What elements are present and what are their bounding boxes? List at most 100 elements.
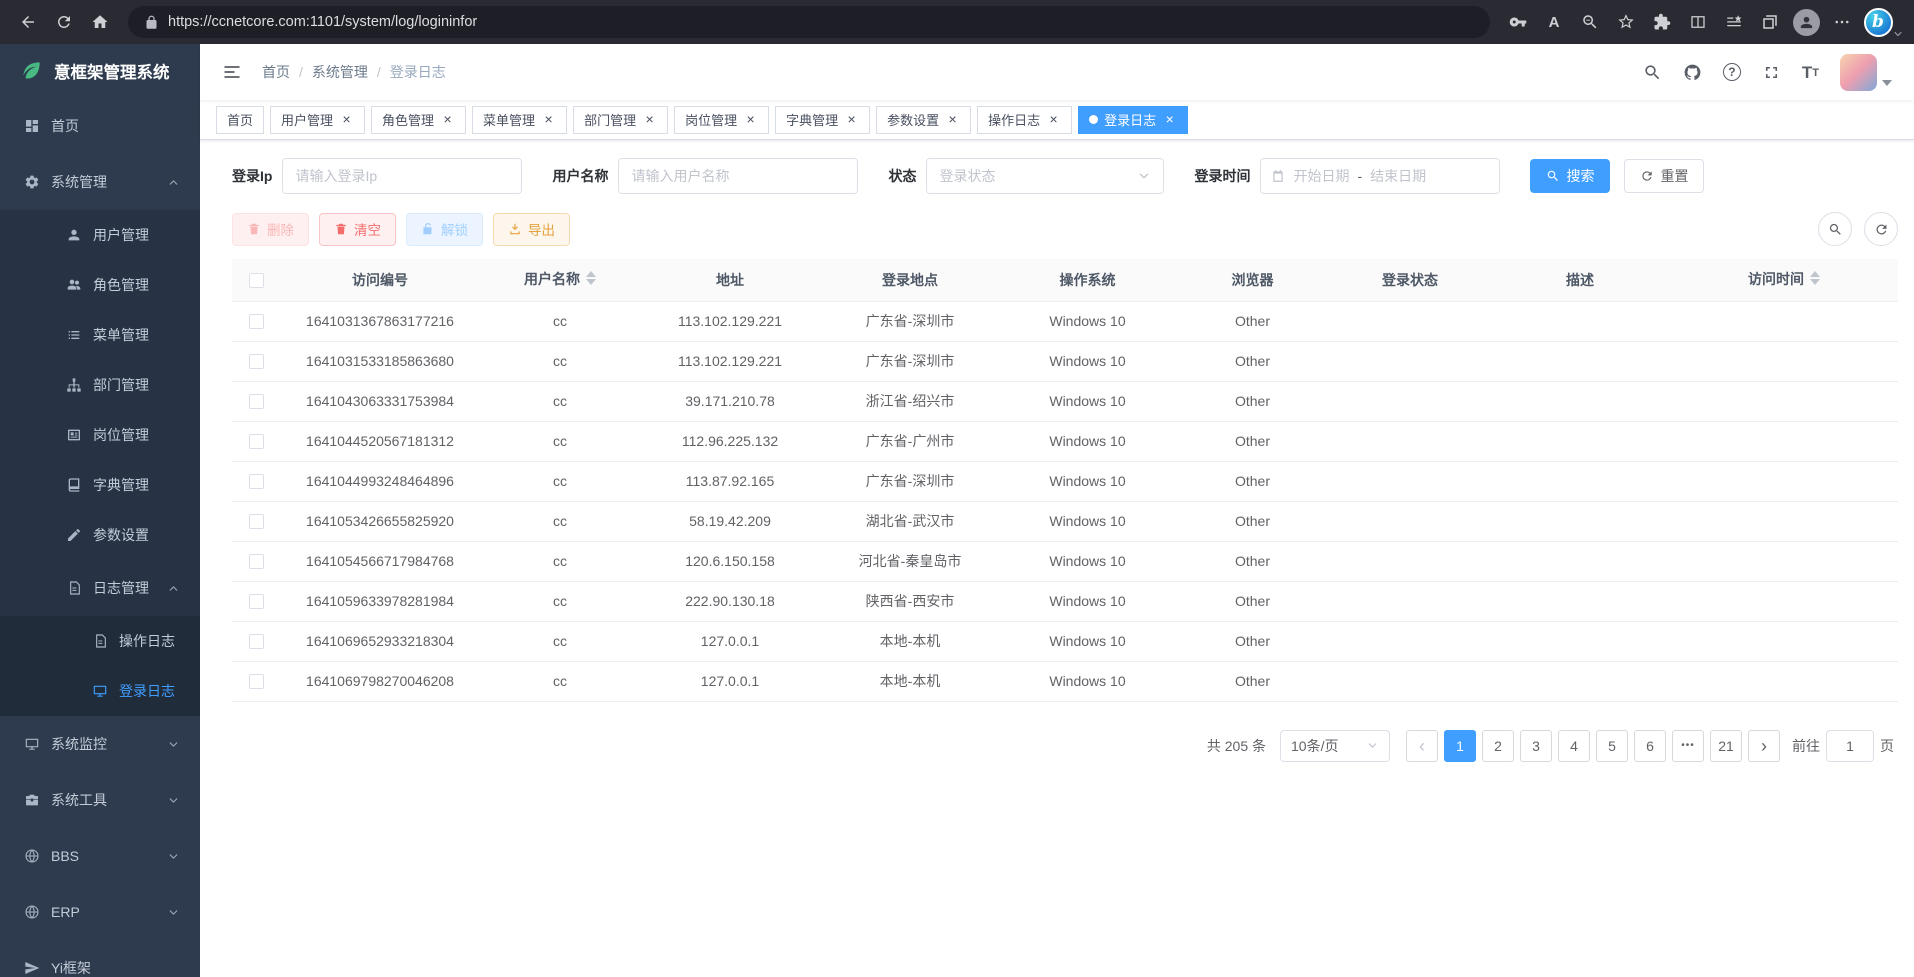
tab-user-mgmt[interactable]: 用户管理× (270, 106, 365, 134)
sort-carets[interactable] (1810, 271, 1820, 290)
row-checkbox[interactable] (249, 434, 264, 449)
collections-button[interactable] (1752, 5, 1788, 39)
col-header-user-name[interactable]: 用户名称 (480, 259, 640, 301)
bing-copilot-button[interactable]: b (1860, 5, 1896, 39)
sidebar-item-user-mgmt[interactable]: 用户管理 (0, 210, 200, 260)
pager-next-button[interactable]: › (1748, 730, 1780, 762)
row-checkbox[interactable] (249, 634, 264, 649)
zoom-button[interactable] (1572, 5, 1608, 39)
table-row[interactable]: 1641031367863177216 cc 113.102.129.221 广… (232, 301, 1898, 341)
sidebar-item-log-mgmt[interactable]: 日志管理 (0, 560, 200, 616)
close-icon[interactable]: × (440, 112, 455, 127)
close-icon[interactable]: × (844, 112, 859, 127)
breadcrumb-system-mgmt[interactable]: 系统管理 (312, 62, 368, 82)
sidebar-item-param-settings[interactable]: 参数设置 (0, 510, 200, 560)
collapse-sidebar-button[interactable] (222, 62, 242, 82)
search-icon[interactable] (1643, 63, 1662, 82)
sidebar-item-home[interactable]: 首页 (0, 98, 200, 154)
font-size-icon[interactable]: TT (1802, 64, 1819, 81)
sidebar-item-post-mgmt[interactable]: 岗位管理 (0, 410, 200, 460)
extensions-button[interactable] (1644, 5, 1680, 39)
tab-login-log[interactable]: 登录日志× (1078, 106, 1188, 134)
clear-button[interactable]: 清空 (319, 213, 396, 246)
table-row[interactable]: 1641053426655825920 cc 58.19.42.209 湖北省-… (232, 501, 1898, 541)
pager-prev-button[interactable]: ‹ (1406, 730, 1438, 762)
breadcrumb-home[interactable]: 首页 (262, 62, 290, 82)
refresh-table-button[interactable] (1864, 212, 1898, 246)
pager-page-1[interactable]: 1 (1444, 730, 1476, 762)
sidebar-item-menu-mgmt[interactable]: 菜单管理 (0, 310, 200, 360)
close-icon[interactable]: × (945, 112, 960, 127)
reset-button[interactable]: 重置 (1624, 159, 1704, 193)
close-icon[interactable]: × (642, 112, 657, 127)
row-checkbox[interactable] (249, 514, 264, 529)
tab-menu-mgmt[interactable]: 菜单管理× (472, 106, 567, 134)
close-icon[interactable]: × (1046, 112, 1061, 127)
sidebar-item-dept-mgmt[interactable]: 部门管理 (0, 360, 200, 410)
table-row[interactable]: 1641059633978281984 cc 222.90.130.18 陕西省… (232, 581, 1898, 621)
close-icon[interactable]: × (1162, 112, 1177, 127)
select-all-checkbox[interactable] (249, 273, 264, 288)
toggle-search-button[interactable] (1818, 212, 1852, 246)
row-checkbox[interactable] (249, 394, 264, 409)
pager-page-3[interactable]: 3 (1520, 730, 1552, 762)
sidebar-item-role-mgmt[interactable]: 角色管理 (0, 260, 200, 310)
tab-param-settings[interactable]: 参数设置× (876, 106, 971, 134)
tab-home[interactable]: 首页 (216, 106, 264, 134)
table-row[interactable]: 1641069652933218304 cc 127.0.0.1 本地-本机 W… (232, 621, 1898, 661)
close-icon[interactable]: × (541, 112, 556, 127)
sidebar-item-system-tools[interactable]: 系统工具 (0, 772, 200, 828)
page-size-select[interactable]: 10条/页 (1280, 730, 1390, 762)
pager-page-5[interactable]: 5 (1596, 730, 1628, 762)
sidebar-item-operation-log[interactable]: 操作日志 (0, 616, 200, 666)
browser-reload-button[interactable] (46, 5, 82, 39)
status-select[interactable]: 登录状态 (926, 158, 1164, 194)
date-range-picker[interactable]: 开始日期 - 结束日期 (1260, 158, 1500, 194)
table-row[interactable]: 1641069798270046208 cc 127.0.0.1 本地-本机 W… (232, 661, 1898, 701)
pager-page-2[interactable]: 2 (1482, 730, 1514, 762)
favorites-button[interactable] (1716, 5, 1752, 39)
col-header-visit-time[interactable]: 访问时间 (1670, 259, 1898, 301)
tab-dept-mgmt[interactable]: 部门管理× (573, 106, 668, 134)
pager-ellipsis[interactable]: ••• (1672, 730, 1704, 762)
read-aloud-button[interactable]: A (1536, 5, 1572, 39)
chevron-down-icon[interactable] (1892, 28, 1904, 40)
sidebar-item-system-monitor[interactable]: 系统监控 (0, 716, 200, 772)
sidebar-item-erp[interactable]: ERP (0, 884, 200, 940)
sidebar-item-dict-mgmt[interactable]: 字典管理 (0, 460, 200, 510)
unlock-button[interactable]: 解锁 (406, 213, 483, 246)
jump-page-input[interactable] (1826, 730, 1874, 762)
close-icon[interactable]: × (339, 112, 354, 127)
row-checkbox[interactable] (249, 474, 264, 489)
table-row[interactable]: 1641044993248464896 cc 113.87.92.165 广东省… (232, 461, 1898, 501)
browser-back-button[interactable] (10, 5, 46, 39)
tab-role-mgmt[interactable]: 角色管理× (371, 106, 466, 134)
address-bar[interactable]: https://ccnetcore.com:1101/system/log/lo… (128, 6, 1490, 38)
browser-menu-button[interactable] (1824, 5, 1860, 39)
tab-post-mgmt[interactable]: 岗位管理× (674, 106, 769, 134)
close-icon[interactable]: × (743, 112, 758, 127)
table-row[interactable]: 1641031533185863680 cc 113.102.129.221 广… (232, 341, 1898, 381)
user-name-input[interactable] (618, 158, 858, 194)
row-checkbox[interactable] (249, 354, 264, 369)
password-key-button[interactable] (1500, 5, 1536, 39)
row-checkbox[interactable] (249, 674, 264, 689)
browser-home-button[interactable] (82, 5, 118, 39)
row-checkbox[interactable] (249, 594, 264, 609)
favorite-this-page-button[interactable] (1608, 5, 1644, 39)
browser-profile-button[interactable] (1788, 5, 1824, 39)
help-icon[interactable]: ? (1723, 63, 1741, 81)
tab-operation-log[interactable]: 操作日志× (977, 106, 1072, 134)
pager-page-21[interactable]: 21 (1710, 730, 1742, 762)
sort-carets[interactable] (586, 271, 596, 290)
sidebar-item-login-log[interactable]: 登录日志 (0, 666, 200, 716)
table-row[interactable]: 1641043063331753984 cc 39.171.210.78 浙江省… (232, 381, 1898, 421)
delete-button[interactable]: 删除 (232, 213, 309, 246)
row-checkbox[interactable] (249, 314, 264, 329)
github-icon[interactable] (1683, 63, 1702, 82)
sidebar-item-system-mgmt[interactable]: 系统管理 (0, 154, 200, 210)
row-checkbox[interactable] (249, 554, 264, 569)
tab-dict-mgmt[interactable]: 字典管理× (775, 106, 870, 134)
pager-page-6[interactable]: 6 (1634, 730, 1666, 762)
login-ip-input[interactable] (282, 158, 522, 194)
